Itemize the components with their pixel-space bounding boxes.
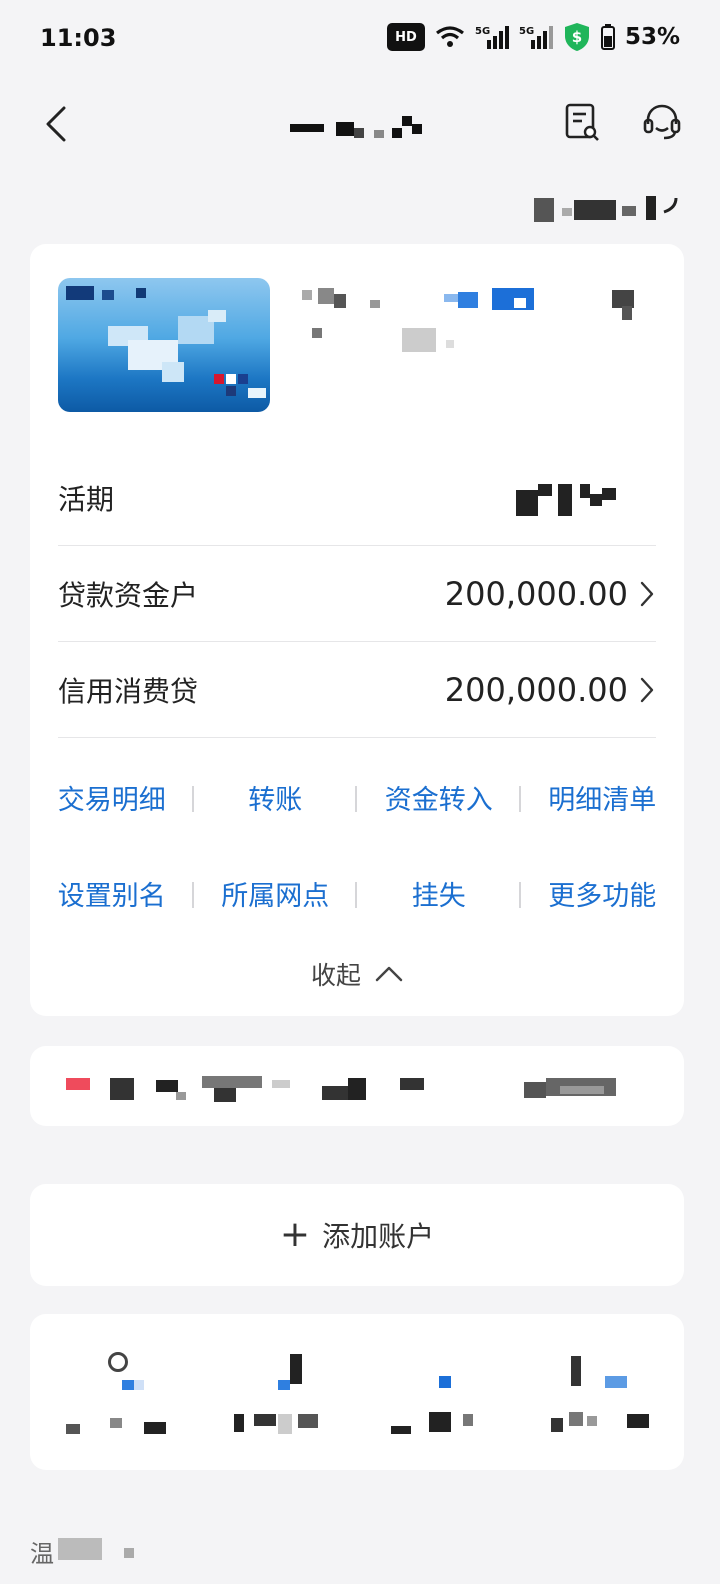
header — [0, 88, 720, 160]
status-icons: HD 5G 5G $ 53% — [386, 22, 680, 52]
promo-banner-redacted[interactable] — [30, 1046, 684, 1126]
collapse-button[interactable]: 收起 — [30, 956, 684, 992]
collapse-label: 收起 — [310, 961, 361, 990]
account-info-redacted — [298, 282, 658, 362]
status-bar: 11:03 HD 5G 5G $ 53% — [0, 0, 720, 80]
action-report-loss[interactable]: 挂失 — [357, 874, 521, 913]
row-value: 200,000.00 — [445, 671, 656, 709]
action-label: 所属网点 — [221, 881, 330, 912]
customer-service-icon[interactable] — [640, 100, 684, 144]
service-item[interactable] — [521, 1314, 685, 1470]
action-label: 转账 — [248, 785, 303, 816]
page-title-redacted — [288, 102, 428, 142]
header-actions — [560, 100, 684, 144]
service-item[interactable] — [357, 1314, 521, 1470]
status-time: 11:03 — [40, 24, 117, 52]
plus-icon: + — [279, 1214, 311, 1255]
action-transaction-detail[interactable]: 交易明细 — [30, 778, 194, 817]
action-label: 交易明细 — [57, 785, 166, 816]
hd-badge: HD — [386, 23, 425, 51]
action-row-2: 设置别名 所属网点 挂失 更多功能 — [30, 874, 684, 913]
add-account-button[interactable]: + 添加账户 — [30, 1184, 684, 1286]
document-search-icon[interactable] — [560, 100, 604, 144]
service-grid-redacted — [30, 1314, 684, 1470]
shield-dollar-icon: $ — [563, 22, 591, 52]
action-label: 资金转入 — [384, 785, 493, 816]
action-fund-in[interactable]: 资金转入 — [357, 778, 521, 817]
wifi-icon — [435, 25, 465, 49]
chevron-right-icon — [640, 677, 654, 702]
svg-text:$: $ — [572, 28, 582, 46]
section-title-char: 温 — [30, 1540, 54, 1568]
row-value: 200,000.00 — [445, 575, 656, 613]
action-label: 挂失 — [411, 881, 466, 912]
back-button[interactable] — [34, 100, 78, 148]
account-row-credit-loan[interactable]: 信用消费贷 200,000.00 — [58, 642, 656, 738]
battery-icon — [600, 24, 615, 50]
action-statement[interactable]: 明细清单 — [521, 778, 685, 817]
account-row-current[interactable]: 活期 — [58, 450, 656, 546]
signal-label: 5G — [475, 26, 490, 37]
service-item[interactable] — [194, 1314, 358, 1470]
row-amount: 200,000.00 — [444, 574, 628, 613]
section-title-partial: 温 — [30, 1530, 150, 1570]
action-transfer[interactable]: 转账 — [194, 778, 357, 817]
row-label: 信用消费贷 — [58, 674, 199, 708]
row-label: 活期 — [58, 482, 115, 516]
signal-icon-2: 5G — [519, 24, 553, 50]
masked-balance — [516, 480, 620, 516]
account-row-loan-fund[interactable]: 贷款资金户 200,000.00 — [58, 546, 656, 642]
battery-percent: 53% — [624, 24, 680, 50]
row-amount: 200,000.00 — [444, 670, 628, 709]
signal-icon: 5G — [475, 24, 509, 50]
chevron-up-icon — [375, 966, 403, 982]
row-label: 贷款资金户 — [58, 578, 199, 612]
action-more[interactable]: 更多功能 — [521, 874, 685, 913]
action-label: 明细清单 — [548, 785, 657, 816]
action-branch[interactable]: 所属网点 — [194, 874, 357, 913]
add-account-label: 添加账户 — [322, 1220, 435, 1253]
action-label: 更多功能 — [548, 881, 657, 912]
top-link-redacted[interactable] — [534, 192, 684, 228]
bank-card-image — [58, 278, 270, 412]
action-row-1: 交易明细 转账 资金转入 明细清单 — [30, 778, 684, 817]
chevron-right-icon — [640, 581, 654, 606]
service-item[interactable] — [30, 1314, 194, 1470]
signal-label-2: 5G — [519, 26, 534, 37]
account-card: 活期 贷款资金户 200,000.00 信用消费贷 200,000.00 交易明… — [30, 244, 684, 1016]
action-label: 设置别名 — [57, 881, 166, 912]
action-set-alias[interactable]: 设置别名 — [30, 874, 194, 913]
chevron-left-icon — [46, 106, 66, 142]
